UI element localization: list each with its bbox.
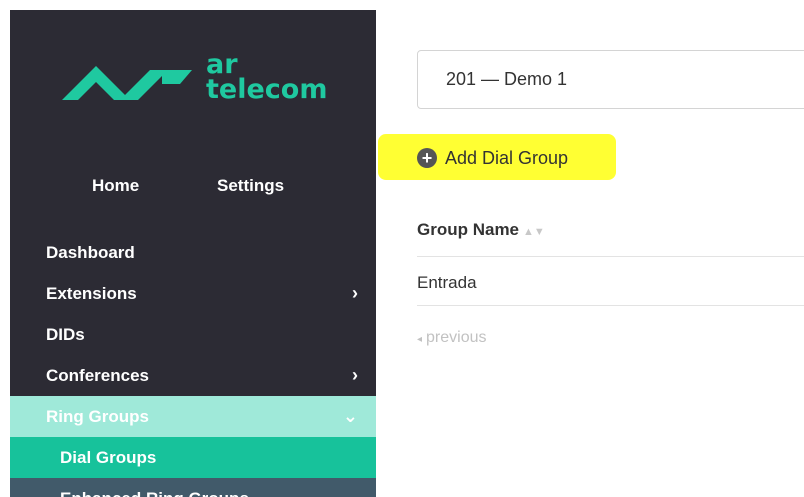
ar-telecom-logo-mark xyxy=(62,66,192,100)
sidebar-item-label: Ring Groups xyxy=(46,407,149,426)
sidebar-item-dashboard[interactable]: Dashboard xyxy=(10,232,376,273)
top-nav: Home Settings xyxy=(10,176,376,200)
sidebar-item-label: Extensions xyxy=(46,284,137,303)
plus-circle-icon: + xyxy=(417,148,437,168)
ar-telecom-logo[interactable]: ar telecom xyxy=(62,51,352,122)
table-divider xyxy=(417,256,804,257)
sidebar-item-label: Dial Groups xyxy=(60,448,157,467)
sidebar-item-extensions[interactable]: Extensions › xyxy=(10,273,376,314)
nav-home-link[interactable]: Home xyxy=(92,176,139,196)
table-row[interactable]: Entrada xyxy=(417,273,477,293)
sidebar-menu: Dashboard Extensions › DIDs Conferences … xyxy=(10,232,376,497)
chevron-right-icon: › xyxy=(352,365,358,385)
table-cell-group-name: Entrada xyxy=(417,273,477,292)
nav-settings-link[interactable]: Settings xyxy=(217,176,284,196)
sidebar-item-label: DIDs xyxy=(46,325,85,344)
extension-selector-value: 201 — Demo 1 xyxy=(446,69,568,89)
caret-left-icon: ◂ xyxy=(417,334,423,345)
extension-selector[interactable]: 201 — Demo 1 xyxy=(417,50,804,109)
sidebar-item-dial-groups[interactable]: Dial Groups xyxy=(10,437,376,478)
sidebar-item-enhanced-ring-groups[interactable]: Enhanced Ring Groups xyxy=(10,478,376,497)
sidebar-item-label: Conferences xyxy=(46,366,149,385)
add-dial-group-label: Add Dial Group xyxy=(445,147,569,168)
chevron-down-icon: ⌄ xyxy=(342,406,358,426)
logo-wordmark: ar telecom xyxy=(206,51,328,105)
sidebar-item-label: Enhanced Ring Groups xyxy=(60,489,249,497)
sidebar: ar telecom Home Settings Dashboard Exten… xyxy=(10,10,376,497)
add-dial-group-button[interactable]: + Add Dial Group xyxy=(417,146,568,170)
sort-arrows-icon: ▲▼ xyxy=(523,226,545,238)
column-header-label: Group Name xyxy=(417,220,520,239)
sidebar-item-conferences[interactable]: Conferences › xyxy=(10,355,376,396)
column-header-group-name[interactable]: Group Name ▲▼ xyxy=(417,220,545,240)
previous-page-label: previous xyxy=(426,329,487,346)
table-divider xyxy=(417,305,804,306)
sidebar-item-ring-groups[interactable]: Ring Groups ⌄ xyxy=(10,396,376,437)
logo-line-2: telecom xyxy=(206,74,328,105)
chevron-right-icon: › xyxy=(352,283,358,303)
sidebar-item-dids[interactable]: DIDs xyxy=(10,314,376,355)
previous-page-link[interactable]: ◂ previous xyxy=(417,329,487,347)
sidebar-item-label: Dashboard xyxy=(46,243,135,262)
